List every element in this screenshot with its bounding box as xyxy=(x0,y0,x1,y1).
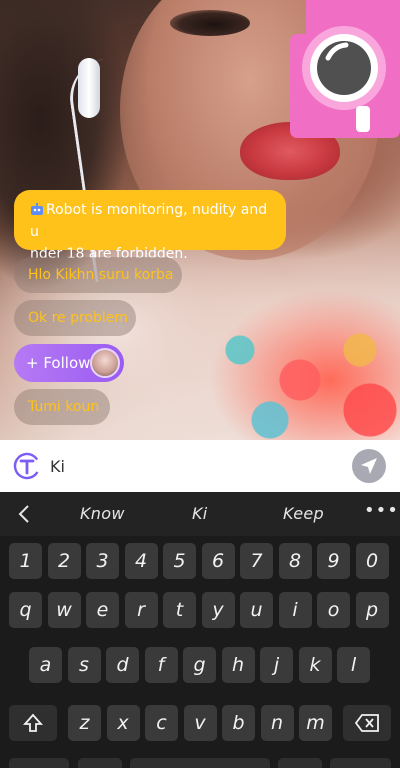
key-c[interactable]: c xyxy=(145,705,178,741)
key-d[interactable]: d xyxy=(106,647,139,683)
follow-label: + Follow xyxy=(26,354,91,372)
chat-message: Ok re problem xyxy=(14,300,136,336)
send-button[interactable] xyxy=(352,449,386,483)
key-2[interactable]: 2 xyxy=(47,543,81,579)
shift-key[interactable] xyxy=(9,705,57,741)
message-input[interactable] xyxy=(50,450,340,482)
backspace-key[interactable] xyxy=(343,705,391,741)
key-u[interactable]: u xyxy=(240,592,273,628)
key-l[interactable]: l xyxy=(337,647,370,683)
avatar xyxy=(90,348,120,378)
bottom-row-key[interactable] xyxy=(130,758,270,768)
key-4[interactable]: 4 xyxy=(124,543,158,579)
key-3[interactable]: 3 xyxy=(86,543,119,579)
key-7[interactable]: 7 xyxy=(240,543,273,579)
key-v[interactable]: v xyxy=(183,705,217,741)
camera-icon[interactable] xyxy=(288,0,400,140)
key-5[interactable]: 5 xyxy=(163,543,196,579)
chat-message: Hlo Kikhn suru korba xyxy=(14,257,182,293)
key-s[interactable]: s xyxy=(67,647,101,683)
key-p[interactable]: p xyxy=(355,592,389,628)
shift-icon xyxy=(22,713,44,732)
key-e[interactable]: e xyxy=(86,592,119,628)
follow-button[interactable]: + Follow xyxy=(14,344,124,382)
suggestion-bar: Know Ki Keep ••• xyxy=(0,492,400,536)
key-9[interactable]: 9 xyxy=(317,543,350,579)
key-1[interactable]: 1 xyxy=(9,543,42,579)
key-g[interactable]: g xyxy=(183,647,216,683)
key-q[interactable]: q xyxy=(9,592,42,628)
bottom-row-key[interactable] xyxy=(78,758,122,768)
shirt-pattern xyxy=(210,320,400,440)
key-o[interactable]: o xyxy=(317,592,350,628)
key-x[interactable]: x xyxy=(106,705,140,741)
t-logo-icon[interactable] xyxy=(13,452,41,480)
key-m[interactable]: m xyxy=(299,705,332,741)
bottom-row-key[interactable] xyxy=(330,758,391,768)
key-k[interactable]: k xyxy=(298,647,332,683)
bottom-row-key[interactable] xyxy=(9,758,69,768)
chat-message: Tumi koun xyxy=(14,389,110,425)
more-options-icon[interactable]: ••• xyxy=(364,500,399,521)
earbud xyxy=(78,58,100,118)
key-n[interactable]: n xyxy=(260,705,294,741)
key-i[interactable]: i xyxy=(278,592,312,628)
suggestion-item[interactable]: Know xyxy=(80,504,125,523)
key-6[interactable]: 6 xyxy=(201,543,235,579)
message-input-bar xyxy=(0,440,400,492)
bottom-row-key[interactable] xyxy=(278,758,322,768)
key-8[interactable]: 8 xyxy=(278,543,312,579)
key-f[interactable]: f xyxy=(144,647,178,683)
chevron-left-icon[interactable] xyxy=(14,502,34,526)
send-icon xyxy=(361,458,377,474)
key-w[interactable]: w xyxy=(47,592,81,628)
notice-line1: Robot is monitoring, nudity and u xyxy=(30,202,268,240)
backspace-icon xyxy=(354,714,379,732)
key-r[interactable]: r xyxy=(124,592,158,628)
moderation-notice: Robot is monitoring, nudity and u nder 1… xyxy=(14,190,286,262)
robot-icon xyxy=(31,203,43,215)
key-j[interactable]: j xyxy=(260,647,293,683)
key-y[interactable]: y xyxy=(201,592,235,628)
stream-eye xyxy=(170,10,250,36)
key-a[interactable]: a xyxy=(29,647,62,683)
suggestion-item[interactable]: Ki xyxy=(192,504,208,523)
suggestion-item[interactable]: Keep xyxy=(283,504,324,523)
key-b[interactable]: b xyxy=(222,705,255,741)
keyboard: Know Ki Keep ••• 1234567890 qwertyuiop asd… xyxy=(0,492,400,768)
key-0[interactable]: 0 xyxy=(355,543,389,579)
key-z[interactable]: z xyxy=(68,705,101,741)
key-t[interactable]: t xyxy=(163,592,196,628)
key-h[interactable]: h xyxy=(221,647,255,683)
